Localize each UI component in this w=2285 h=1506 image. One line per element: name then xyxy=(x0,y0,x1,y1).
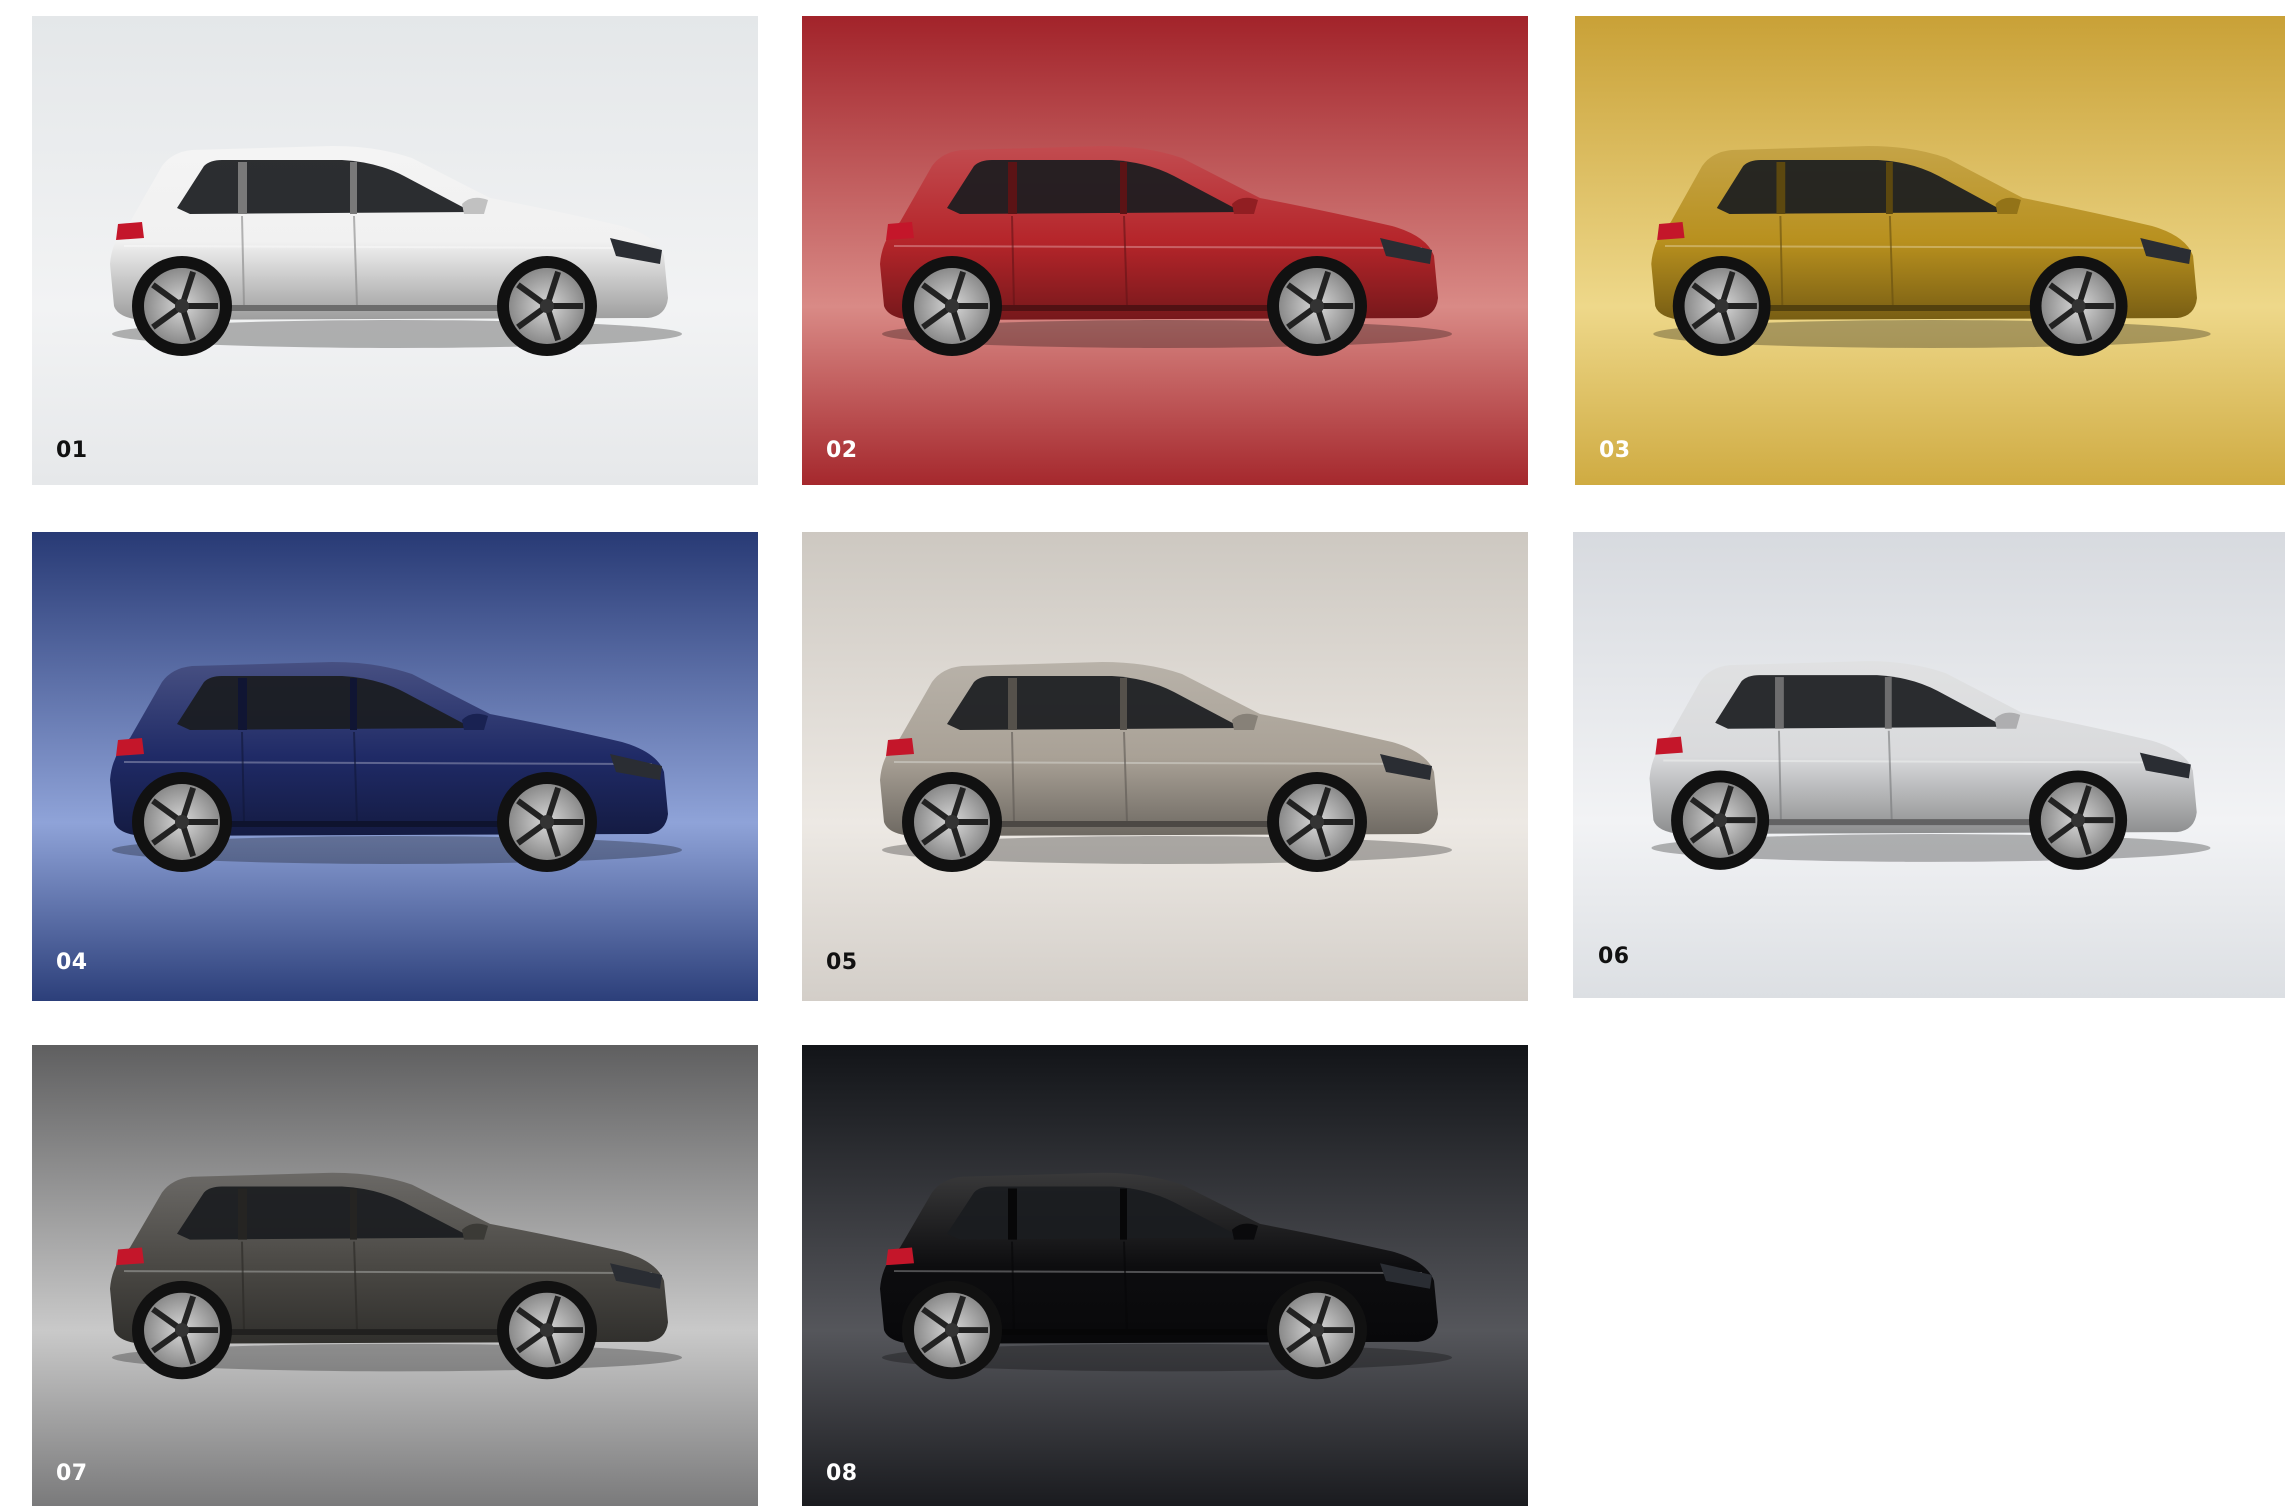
tile-number: 05 xyxy=(826,950,858,975)
tile-number: 08 xyxy=(826,1461,858,1486)
color-tile-07[interactable]: 07 xyxy=(32,1045,758,1506)
color-tile-08[interactable]: 08 xyxy=(802,1045,1528,1506)
tile-number: 01 xyxy=(56,438,88,463)
car-image xyxy=(32,16,758,485)
car-image xyxy=(802,532,1528,1001)
tile-number: 04 xyxy=(56,950,88,975)
car-image xyxy=(802,1045,1528,1506)
color-tile-02[interactable]: 02 xyxy=(802,16,1528,485)
car-image xyxy=(1575,16,2285,485)
car-image xyxy=(32,532,758,1001)
tile-number: 06 xyxy=(1598,944,1630,969)
car-image xyxy=(1573,532,2285,998)
color-tile-03[interactable]: 03 xyxy=(1575,16,2285,485)
tile-number: 03 xyxy=(1599,438,1631,463)
tile-number: 07 xyxy=(56,1461,88,1486)
color-tile-05[interactable]: 05 xyxy=(802,532,1528,1001)
tile-number: 02 xyxy=(826,438,858,463)
color-tile-01[interactable]: 01 xyxy=(32,16,758,485)
color-tile-06[interactable]: 06 xyxy=(1573,532,2285,998)
color-tile-04[interactable]: 04 xyxy=(32,532,758,1001)
car-image xyxy=(32,1045,758,1506)
car-image xyxy=(802,16,1528,485)
